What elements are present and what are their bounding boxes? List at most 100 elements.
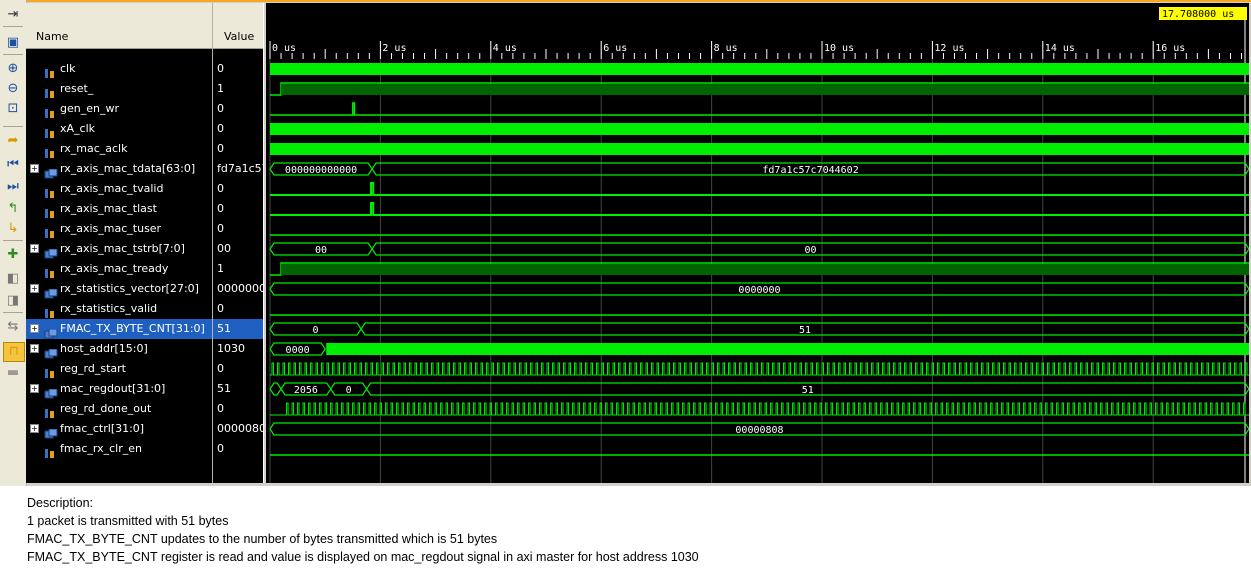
signal-value: 0000000 <box>217 282 266 295</box>
waveform-host-addr-dense-transitions[interactable] <box>326 343 1249 355</box>
signal-row-rx-axis-mac-tready[interactable]: rx_axis_mac_tready <box>26 259 212 279</box>
signal-row-mac-regdout[interactable]: + mac_regdout[31:0] <box>26 379 212 399</box>
toolbar-separator <box>3 312 23 313</box>
go-to-cursor-icon[interactable]: ⇥ <box>3 6 23 24</box>
waveform-panel[interactable]: 0 us 2 us 4 us 6 us 8 us 10 us 12 us 14 us 16 us… <box>266 3 1249 483</box>
signal-value-cell[interactable]: 00 <box>213 239 263 259</box>
signal-value-cell[interactable]: 1 <box>213 259 263 279</box>
go-to-time-icon[interactable]: ➦ <box>3 132 23 150</box>
waveform-rx-axis-mac-tdata-value-label: 000000000000 <box>285 165 357 176</box>
waveform-rx-axis-mac-tvalid[interactable] <box>270 182 1249 196</box>
description-line: 1 packet is transmitted with 51 bytes <box>27 514 229 528</box>
zoom-out-icon[interactable]: ⊖ <box>3 80 23 98</box>
signal-value-cell[interactable]: 0 <box>213 199 263 219</box>
next-marker-icon[interactable]: ◨ <box>3 292 23 310</box>
waveform-rx-axis-mac-tlast[interactable] <box>270 202 1249 216</box>
bit-signal-icon <box>44 264 56 278</box>
toolbar-separator <box>3 54 23 55</box>
signal-value-cell[interactable]: 0 <box>213 399 263 419</box>
signal-value: 0 <box>217 222 224 235</box>
value-column-header[interactable]: Value <box>213 3 263 49</box>
signal-name: FMAC_TX_BYTE_CNT[31:0] <box>60 322 205 335</box>
signal-value-cell[interactable]: 00000808 <box>213 419 273 439</box>
signal-value-cell[interactable]: 0 <box>213 59 263 79</box>
time-tick-label: 2 us <box>382 43 406 54</box>
signal-value-cell[interactable]: 0 <box>213 439 263 459</box>
signal-row-fmac-ctrl[interactable]: + fmac_ctrl[31:0] <box>26 419 212 439</box>
signal-value-cell[interactable]: 0 <box>213 299 263 319</box>
signal-value-cell[interactable]: 0 <box>213 99 263 119</box>
waveform-canvas[interactable]: 0 us 2 us 4 us 6 us 8 us 10 us 12 us 14 us 16 us… <box>266 3 1249 483</box>
signal-value-cell[interactable]: 0000000 <box>213 279 266 299</box>
signal-row-clk[interactable]: clk <box>26 59 212 79</box>
signal-value-cell[interactable]: 0 <box>213 219 263 239</box>
signal-row-rx-axis-mac-tlast[interactable]: rx_axis_mac_tlast <box>26 199 212 219</box>
signal-row-rx-axis-mac-tdata[interactable]: + rx_axis_mac_tdata[63:0] <box>26 159 212 179</box>
name-column-header[interactable]: Name <box>26 3 212 49</box>
previous-transition-icon[interactable]: ↰ <box>3 200 23 218</box>
signal-row-rx-statistics-valid[interactable]: rx_statistics_valid <box>26 299 212 319</box>
snap-to-transition-icon[interactable]: ⊓ <box>3 342 25 362</box>
signal-value: 0 <box>217 402 224 415</box>
bus-signal-icon <box>44 324 58 339</box>
signal-value-cell[interactable]: 1 <box>213 79 263 99</box>
expand-icon[interactable]: + <box>30 244 39 253</box>
signal-row-rx-axis-mac-tvalid[interactable]: rx_axis_mac_tvalid <box>26 179 212 199</box>
signal-value-cell[interactable]: 0 <box>213 119 263 139</box>
waveform-rx-mac-aclk[interactable] <box>270 143 1249 155</box>
bus-signal-icon <box>44 244 58 259</box>
signal-row-reset[interactable]: reset_ <box>26 79 212 99</box>
waveform-gen-en-wr[interactable] <box>270 102 1249 116</box>
swap-cursors-icon[interactable]: ⇆ <box>3 318 23 336</box>
zoom-in-icon[interactable]: ⊕ <box>3 60 23 78</box>
signal-name: reg_rd_start <box>60 362 126 375</box>
expand-icon[interactable]: + <box>30 324 39 333</box>
expand-icon[interactable]: + <box>30 384 39 393</box>
signal-row-fmac-rx-clr-en[interactable]: fmac_rx_clr_en <box>26 439 212 459</box>
signal-row-reg-rd-done-out[interactable]: reg_rd_done_out <box>26 399 212 419</box>
signal-value-cell[interactable]: 0 <box>213 359 263 379</box>
add-marker-icon[interactable]: ✚ <box>3 246 23 264</box>
signal-row-reg-rd-start[interactable]: reg_rd_start <box>26 359 212 379</box>
signal-value-cell[interactable]: 0 <box>213 179 263 199</box>
signal-value: 0 <box>217 302 224 315</box>
save-icon[interactable]: ▣ <box>3 34 23 52</box>
signal-row-host-addr[interactable]: + host_addr[15:0] <box>26 339 212 359</box>
signal-name: xA_clk <box>60 122 96 135</box>
signal-value-cell[interactable]: 51 <box>213 319 263 339</box>
waveform-clk[interactable] <box>270 63 1249 75</box>
bit-signal-icon <box>44 184 56 198</box>
waveform-xa-clk[interactable] <box>270 123 1249 135</box>
previous-marker-icon[interactable]: ◧ <box>3 270 23 288</box>
zoom-fit-icon[interactable]: ⊡ <box>3 100 23 118</box>
waveform-mac-regdout-segment[interactable] <box>269 382 282 396</box>
waveform-reg-rd-start[interactable] <box>270 362 1249 376</box>
signal-value-cell[interactable]: 1030 <box>213 339 263 359</box>
signal-value-cell[interactable]: 51 <box>213 379 263 399</box>
signal-row-rx-statistics-vector[interactable]: + rx_statistics_vector[27:0] <box>26 279 212 299</box>
go-to-start-icon[interactable]: ⏮ <box>3 156 23 174</box>
expand-icon[interactable]: + <box>30 424 39 433</box>
expand-icon[interactable]: + <box>30 284 39 293</box>
signal-row-rx-mac-aclk[interactable]: rx_mac_aclk <box>26 139 212 159</box>
signal-row-gen-en-wr[interactable]: gen_en_wr <box>26 99 212 119</box>
expand-icon[interactable]: + <box>30 344 39 353</box>
signal-row-fmac-tx-byte-cnt[interactable]: + FMAC_TX_BYTE_CNT[31:0] <box>26 319 212 339</box>
signal-value-cell[interactable]: fd7a1c57 <box>213 159 269 179</box>
signal-row-rx-axis-mac-tstrb[interactable]: + rx_axis_mac_tstrb[7:0] <box>26 239 212 259</box>
signal-name: rx_mac_aclk <box>60 142 128 155</box>
next-transition-icon[interactable]: ↳ <box>3 220 23 238</box>
value-header-label: Value <box>224 30 255 43</box>
signal-row-xa-clk[interactable]: xA_clk <box>26 119 212 139</box>
expand-icon[interactable]: + <box>30 164 39 173</box>
time-tick-label: 14 us <box>1045 43 1075 54</box>
signal-row-rx-axis-mac-tuser[interactable]: rx_axis_mac_tuser <box>26 219 212 239</box>
bit-signal-icon <box>44 304 56 318</box>
signal-value-cell[interactable]: 0 <box>213 139 263 159</box>
waveform-reg-rd-done-out[interactable] <box>270 402 1249 416</box>
floating-ruler-icon[interactable]: ▬ <box>3 364 23 382</box>
waveform-fmac-tx-byte-cnt-value-label: 0 <box>313 325 319 336</box>
signal-name: reset_ <box>60 82 94 95</box>
go-to-end-icon[interactable]: ⏭ <box>3 178 23 196</box>
time-ruler[interactable] <box>266 3 1249 59</box>
